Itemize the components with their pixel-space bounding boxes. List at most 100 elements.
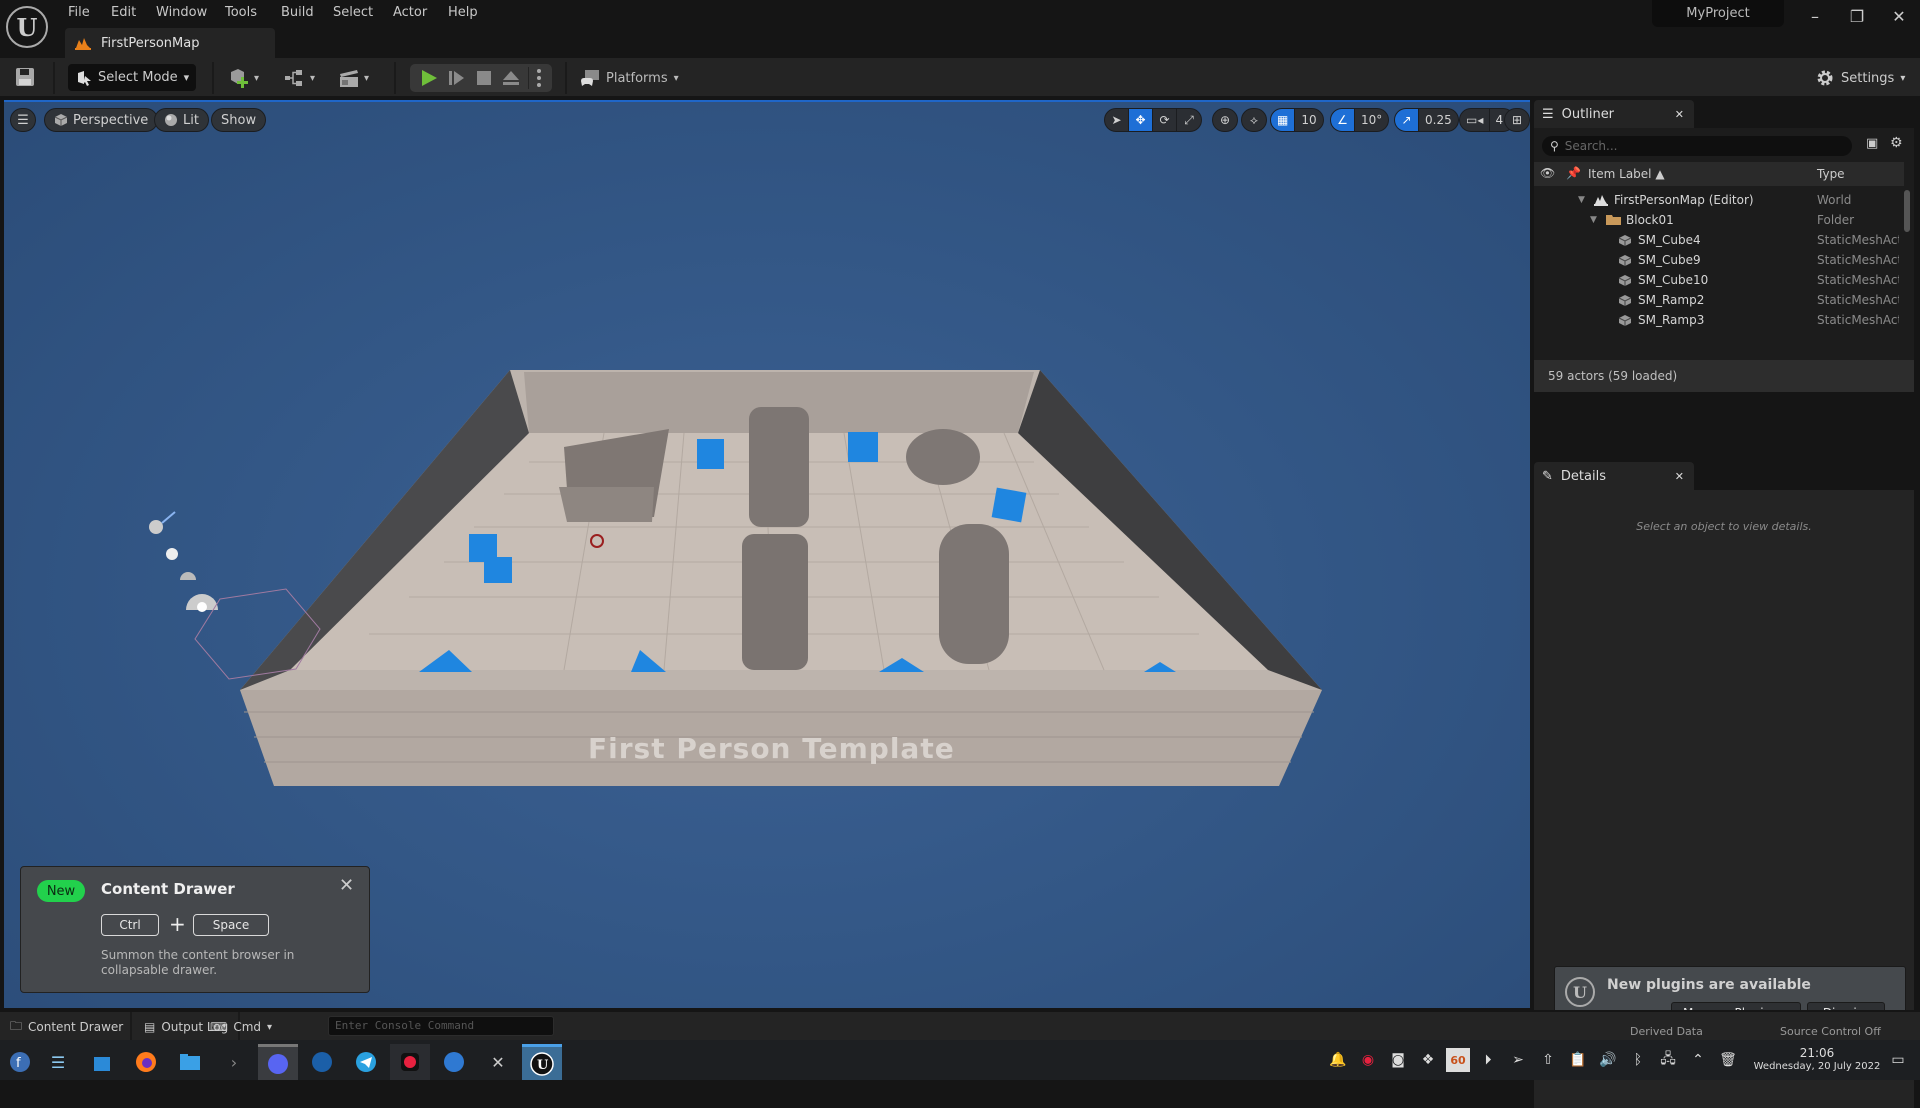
- menu-actor[interactable]: Actor: [393, 2, 427, 24]
- outliner-row[interactable]: SM_Ramp2 StaticMeshActor: [1534, 290, 1904, 310]
- taskbar-discord[interactable]: [258, 1044, 298, 1080]
- outliner-row[interactable]: SM_Ramp3 StaticMeshActor: [1534, 310, 1904, 330]
- close-window-button[interactable]: ✕: [1884, 4, 1914, 28]
- menu-tools[interactable]: Tools: [225, 2, 257, 24]
- tray-dropbox[interactable]: ❖: [1416, 1048, 1440, 1072]
- tray-fps-counter[interactable]: 60: [1446, 1048, 1470, 1072]
- console-command-input[interactable]: Enter Console Command: [328, 1016, 554, 1036]
- unreal-logo-icon[interactable]: U: [6, 6, 48, 48]
- platforms-dropdown[interactable]: Platforms ▾: [580, 66, 679, 90]
- outliner-tab[interactable]: ☰ Outliner ✕: [1534, 100, 1694, 128]
- show-button[interactable]: Show: [211, 108, 267, 132]
- taskbar-steam[interactable]: [302, 1044, 342, 1080]
- taskbar-terminal[interactable]: ›: [214, 1044, 254, 1080]
- cmd-selector[interactable]: ⌨ Cmd ▾: [210, 1016, 272, 1038]
- stop-button[interactable]: [476, 70, 492, 86]
- taskbar-thunderbird[interactable]: [434, 1044, 474, 1080]
- telegram-icon: [355, 1051, 377, 1073]
- system-clock[interactable]: 21:06 Wednesday, 20 July 2022: [1752, 1046, 1882, 1073]
- tray-volume[interactable]: 🔊: [1596, 1048, 1620, 1072]
- menu-window[interactable]: Window: [156, 2, 207, 24]
- output-log-icon: ▤: [144, 1020, 156, 1034]
- column-type[interactable]: Type: [1817, 167, 1845, 181]
- expand-arrow-icon[interactable]: ▼: [1590, 215, 1597, 225]
- add-actor-button[interactable]: ▾: [228, 66, 259, 90]
- outliner-row[interactable]: ▼ Block01 Folder: [1534, 210, 1904, 230]
- details-tab[interactable]: ✎ Details ✕: [1534, 462, 1694, 490]
- taskbar-record-app[interactable]: [390, 1044, 430, 1080]
- outliner-row[interactable]: SM_Cube9 StaticMeshActor: [1534, 250, 1904, 270]
- viewport-layout-button[interactable]: ⊞: [1504, 108, 1530, 132]
- tab-firstpersonmap[interactable]: FirstPersonMap: [65, 28, 275, 58]
- eject-button[interactable]: [502, 69, 520, 87]
- source-control-button[interactable]: Source Control Off: [1780, 1020, 1881, 1042]
- derived-data-button[interactable]: Derived Data: [1630, 1020, 1703, 1042]
- tray-expand[interactable]: ⌃: [1686, 1048, 1710, 1072]
- outliner-row[interactable]: ▼ FirstPersonMap (Editor) World: [1534, 190, 1904, 210]
- taskbar-software-app[interactable]: [82, 1044, 122, 1080]
- tray-updates[interactable]: ⇧: [1536, 1048, 1560, 1072]
- save-button[interactable]: [15, 67, 35, 87]
- scale-tool-button[interactable]: ⤢: [1177, 109, 1201, 131]
- close-details-button[interactable]: ✕: [1675, 470, 1684, 483]
- menu-build[interactable]: Build: [281, 2, 314, 24]
- translate-tool-button[interactable]: ✥: [1129, 109, 1153, 131]
- tray-telegram[interactable]: ➢: [1506, 1048, 1530, 1072]
- taskbar-kdeconnect[interactable]: ✕: [478, 1044, 518, 1080]
- tray-network[interactable]: 🖧: [1656, 1048, 1680, 1072]
- taskbar-firefox[interactable]: [126, 1044, 166, 1080]
- bluetooth-icon: ᛒ: [1633, 1052, 1643, 1068]
- tray-media[interactable]: ⏵: [1476, 1048, 1500, 1072]
- rotation-snap-control[interactable]: ∠ 10°: [1330, 108, 1390, 132]
- show-label: Show: [221, 112, 257, 128]
- taskbar-settings-app[interactable]: ☰: [38, 1044, 78, 1080]
- tray-trash[interactable]: 🗑: [1716, 1048, 1740, 1072]
- scale-snap-control[interactable]: ↗ 0.25: [1394, 108, 1459, 132]
- play-button[interactable]: [420, 69, 438, 87]
- lit-button[interactable]: Lit: [154, 108, 209, 132]
- rotate-tool-button[interactable]: ⟳: [1153, 109, 1177, 131]
- menu-file[interactable]: File: [68, 2, 90, 24]
- menu-help[interactable]: Help: [448, 2, 478, 24]
- tray-notifications[interactable]: 🔔: [1326, 1048, 1350, 1072]
- visibility-eye-icon[interactable]: 👁: [1540, 166, 1555, 180]
- outliner-search-input[interactable]: ⚲ Search...: [1542, 136, 1852, 156]
- outliner-row[interactable]: SM_Cube10 StaticMeshActor: [1534, 270, 1904, 290]
- tray-music[interactable]: ◉: [1356, 1048, 1380, 1072]
- status-bar: 🗀 Content Drawer ▤ Output Log ⌨ Cmd ▾ En…: [0, 1010, 1920, 1042]
- taskbar-files[interactable]: [170, 1044, 210, 1080]
- outliner-settings-button[interactable]: ⚙: [1890, 135, 1903, 151]
- add-folder-button[interactable]: ▣: [1866, 136, 1878, 151]
- surface-snapping-toggle[interactable]: ⟡: [1241, 108, 1267, 132]
- menu-edit[interactable]: Edit: [111, 2, 136, 24]
- outliner-row[interactable]: SM_Cube4 StaticMeshActor: [1534, 230, 1904, 250]
- outliner-scrollbar[interactable]: [1904, 190, 1910, 232]
- menu-select[interactable]: Select: [333, 2, 373, 24]
- cinematics-button[interactable]: ▾: [338, 66, 369, 90]
- column-item-label[interactable]: Item Label ▲: [1588, 167, 1665, 181]
- expand-arrow-icon[interactable]: ▼: [1578, 195, 1585, 205]
- perspective-button[interactable]: Perspective: [44, 108, 159, 132]
- world-local-toggle[interactable]: ⊕: [1212, 108, 1238, 132]
- minimize-button[interactable]: –: [1800, 4, 1830, 28]
- more-options-button[interactable]: [536, 68, 542, 88]
- app-launcher-button[interactable]: f: [0, 1044, 40, 1080]
- restore-button[interactable]: ❐: [1842, 4, 1872, 28]
- advance-frame-button[interactable]: [448, 69, 466, 87]
- close-outliner-button[interactable]: ✕: [1675, 108, 1684, 121]
- select-mode-dropdown[interactable]: Select Mode ▾: [68, 64, 196, 91]
- tray-bluetooth[interactable]: ᛒ: [1626, 1048, 1650, 1072]
- grid-snap-control[interactable]: ▦ 10: [1270, 108, 1324, 132]
- blueprints-button[interactable]: ▾: [284, 66, 315, 90]
- show-desktop-button[interactable]: ▭: [1886, 1048, 1910, 1072]
- taskbar-unreal-editor[interactable]: U: [522, 1044, 562, 1080]
- content-drawer-button[interactable]: 🗀 Content Drawer: [10, 1016, 123, 1038]
- viewport-menu-button[interactable]: ☰: [10, 108, 36, 132]
- close-tip-button[interactable]: ✕: [339, 875, 354, 896]
- pin-icon[interactable]: 📌: [1566, 166, 1581, 180]
- taskbar-telegram[interactable]: [346, 1044, 386, 1080]
- tray-discord[interactable]: ◙: [1386, 1048, 1410, 1072]
- tray-clipboard[interactable]: 📋: [1566, 1048, 1590, 1072]
- settings-dropdown[interactable]: Settings ▾: [1815, 66, 1905, 90]
- select-tool-button[interactable]: ➤: [1105, 109, 1129, 131]
